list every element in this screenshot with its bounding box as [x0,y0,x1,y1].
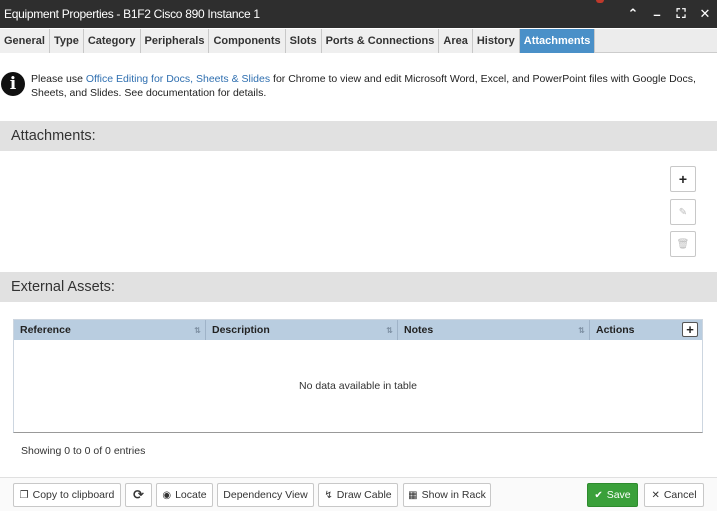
check-icon: ✔ [594,489,603,501]
column-notes[interactable]: Notes ⇅ [398,320,590,340]
column-description[interactable]: Description ⇅ [206,320,398,340]
close-icon: ✕ [651,489,660,501]
dependency-view-button[interactable]: Dependency View [217,483,314,507]
column-actions: Actions + [590,320,702,340]
maximize-icon[interactable]: ⛶ [669,0,693,28]
close-icon[interactable]: ✕ [693,0,717,28]
draw-cable-button[interactable]: ↯ Draw Cable [318,483,398,507]
sort-icon: ⇅ [578,325,585,335]
tab-peripherals[interactable]: Peripherals [140,29,210,53]
rack-icon: ▦ [408,489,418,501]
table-header-row: Reference ⇅ Description ⇅ Notes ⇅ Actions + [14,320,702,340]
button-label: Show in Rack [421,489,486,501]
edit-icon: ✎ [678,206,688,218]
collapse-icon[interactable]: ⌃ [621,0,645,28]
sort-icon: ⇅ [386,325,393,335]
button-label: Dependency View [223,489,308,501]
column-label: Notes [404,324,434,336]
plus-icon: + [678,171,688,187]
minimize-icon[interactable]: – [645,0,669,28]
info-banner: i Please use Office Editing for Docs, Sh… [0,70,717,106]
info-text: Please use Office Editing for Docs, Shee… [31,70,717,100]
sort-icon: ⇅ [194,325,201,335]
tab-category[interactable]: Category [83,29,141,53]
tab-bar: General Type Category Peripherals Compon… [0,29,717,53]
refresh-icon: ⟳ [133,487,144,502]
attachments-header: Attachments: [0,121,717,151]
table-info: Showing 0 to 0 of 0 entries [21,445,146,457]
column-label: Actions [596,324,635,336]
column-label: Reference [20,324,71,336]
trash-icon: 🗑 [676,238,690,250]
column-reference[interactable]: Reference ⇅ [14,320,206,340]
button-label: Copy to clipboard [32,489,115,501]
tab-attachments[interactable]: Attachments [519,29,596,53]
column-label: Description [212,324,270,336]
copy-to-clipboard-button[interactable]: ❐ Copy to clipboard [13,483,121,507]
button-label: Cancel [663,489,697,501]
info-prefix: Please use [31,73,86,85]
tab-area[interactable]: Area [439,29,473,53]
tab-components[interactable]: Components [209,29,286,53]
save-button[interactable]: ✔ Save [587,483,638,507]
button-label: Locate [175,489,207,501]
refresh-button[interactable]: ⟳ [125,483,152,507]
button-label: Save [606,489,631,501]
add-attachment-button[interactable]: + [670,166,696,192]
cable-icon: ↯ [324,489,333,501]
tab-type[interactable]: Type [49,29,84,53]
delete-attachment-button[interactable]: 🗑 [670,231,696,257]
show-in-rack-button[interactable]: ▦ Show in Rack [403,483,491,507]
office-editing-link[interactable]: Office Editing for Docs, Sheets & Slides [86,73,270,85]
cancel-button[interactable]: ✕ Cancel [644,483,704,507]
locate-icon: ◉ [162,489,172,501]
locate-button[interactable]: ◉ Locate [156,483,213,507]
add-asset-button[interactable]: + [682,322,698,337]
tab-general[interactable]: General [0,29,50,53]
edit-attachment-button[interactable]: ✎ [670,199,696,225]
external-assets-header: External Assets: [0,272,717,302]
window-title: Equipment Properties - B1F2 Cisco 890 In… [4,7,260,21]
title-bar: Equipment Properties - B1F2 Cisco 890 In… [0,0,717,28]
info-icon: i [1,72,25,96]
external-assets-table: Reference ⇅ Description ⇅ Notes ⇅ Actions +… [13,319,703,433]
tab-slots[interactable]: Slots [285,29,322,53]
plus-icon: + [686,322,694,337]
tab-ports-connections[interactable]: Ports & Connections [321,29,440,53]
empty-table-message: No data available in table [299,380,417,392]
button-label: Draw Cable [336,489,392,501]
tab-history[interactable]: History [472,29,520,53]
copy-icon: ❐ [19,489,29,501]
footer-toolbar: ❐ Copy to clipboard ⟳ ◉ Locate Dependency … [0,477,717,511]
